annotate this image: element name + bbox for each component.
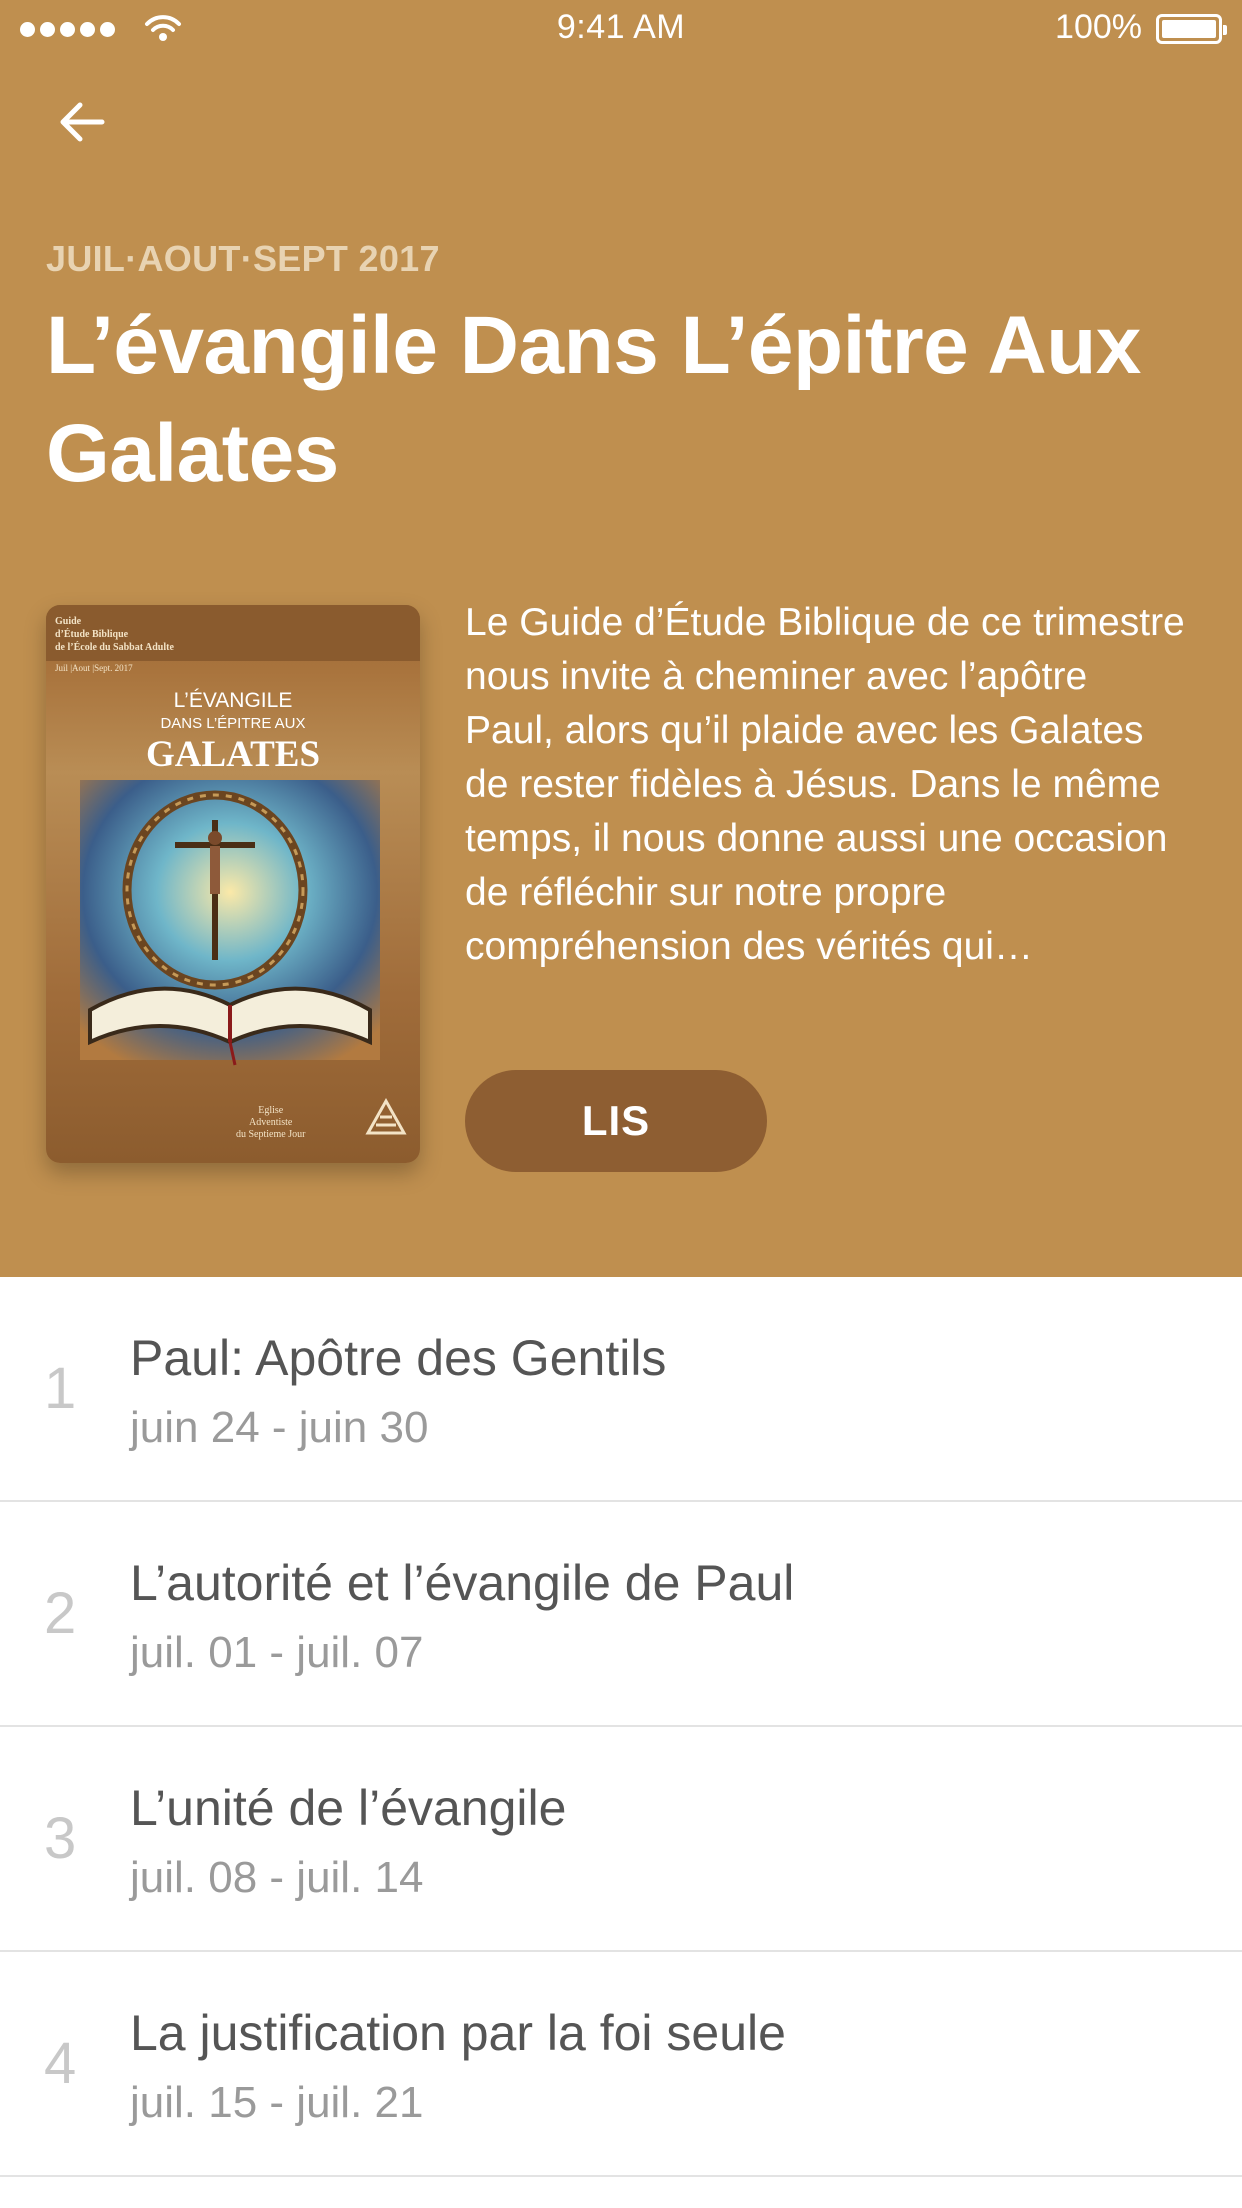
lesson-row[interactable]: 3 L’unité de l’évangile juil. 08 - juil.… (0, 1727, 1242, 1952)
cover-publisher-line: Eglise (258, 1105, 284, 1116)
cover-guide-text: Guide d’Étude Biblique de l’École du Sab… (55, 615, 174, 654)
lesson-row[interactable]: 4 La justification par la foi seule juil… (0, 1952, 1242, 2177)
cover-guide-line: Guide (55, 616, 82, 627)
lesson-list: 1 Paul: Apôtre des Gentils juin 24 - jui… (0, 1277, 1242, 2177)
battery-icon (1156, 14, 1227, 44)
cover-guide-line: d’Étude Biblique (55, 629, 129, 640)
cover-publisher: Eglise Adventiste du Septieme Jour (236, 1105, 305, 1141)
cover-publisher-line: Adventiste (249, 1117, 293, 1128)
cover-publisher-line: du Septieme Jour (236, 1129, 306, 1140)
read-button[interactable]: LIS (465, 1070, 767, 1172)
lesson-dates: juil. 01 - juil. 07 (130, 1628, 424, 1677)
arrow-left-icon[interactable] (52, 92, 112, 152)
lesson-title: L’unité de l’évangile (130, 1780, 567, 1836)
cover-image: Guide d’Étude Biblique de l’École du Sab… (46, 605, 420, 1163)
lesson-row[interactable]: 2 L’autorité et l’évangile de Paul juil.… (0, 1502, 1242, 1727)
lesson-title: Paul: Apôtre des Gentils (130, 1330, 667, 1386)
lesson-dates: juin 24 - juin 30 (130, 1403, 429, 1452)
cover-title-line: DANS L’ÉPITRE AUX (160, 715, 306, 732)
cover-guide-line: de l’École du Sabbat Adulte (55, 642, 174, 653)
lesson-number: 3 (44, 1806, 77, 1871)
lesson-number: 2 (44, 1581, 77, 1646)
church-logo-icon (365, 1097, 407, 1135)
page-title: L’évangile Dans L’épitre Aux Galates (46, 300, 1141, 499)
lesson-title: L’autorité et l’évangile de Paul (130, 1555, 795, 1611)
lesson-number: 4 (44, 2031, 77, 2096)
lesson-number: 1 (44, 1356, 77, 1421)
lesson-dates: juil. 08 - juil. 14 (130, 1853, 424, 1902)
lesson-dates: juil. 15 - juil. 21 (130, 2078, 424, 2127)
battery-percentage: 100% (1055, 8, 1142, 46)
quarterly-description: Le Guide d’Étude Biblique de ce trimestr… (465, 601, 1185, 968)
cover-title-line: L’ÉVANGILE (173, 689, 293, 712)
lesson-header: 9:41 AM 100% JUIL·AOUT·SEPT 2017 L’évang… (0, 0, 1242, 1277)
lesson-row[interactable]: 1 Paul: Apôtre des Gentils juin 24 - jui… (0, 1277, 1242, 1502)
cover-period: Juil |Aout |Sept. 2017 (55, 663, 133, 673)
status-bar: 9:41 AM 100% (0, 0, 1242, 60)
quarter-label: JUIL·AOUT·SEPT 2017 (46, 238, 440, 279)
cover-title-main: GALATES (145, 734, 321, 775)
cover-artwork (80, 780, 380, 1066)
lesson-title: La justification par la foi seule (130, 2005, 786, 2061)
